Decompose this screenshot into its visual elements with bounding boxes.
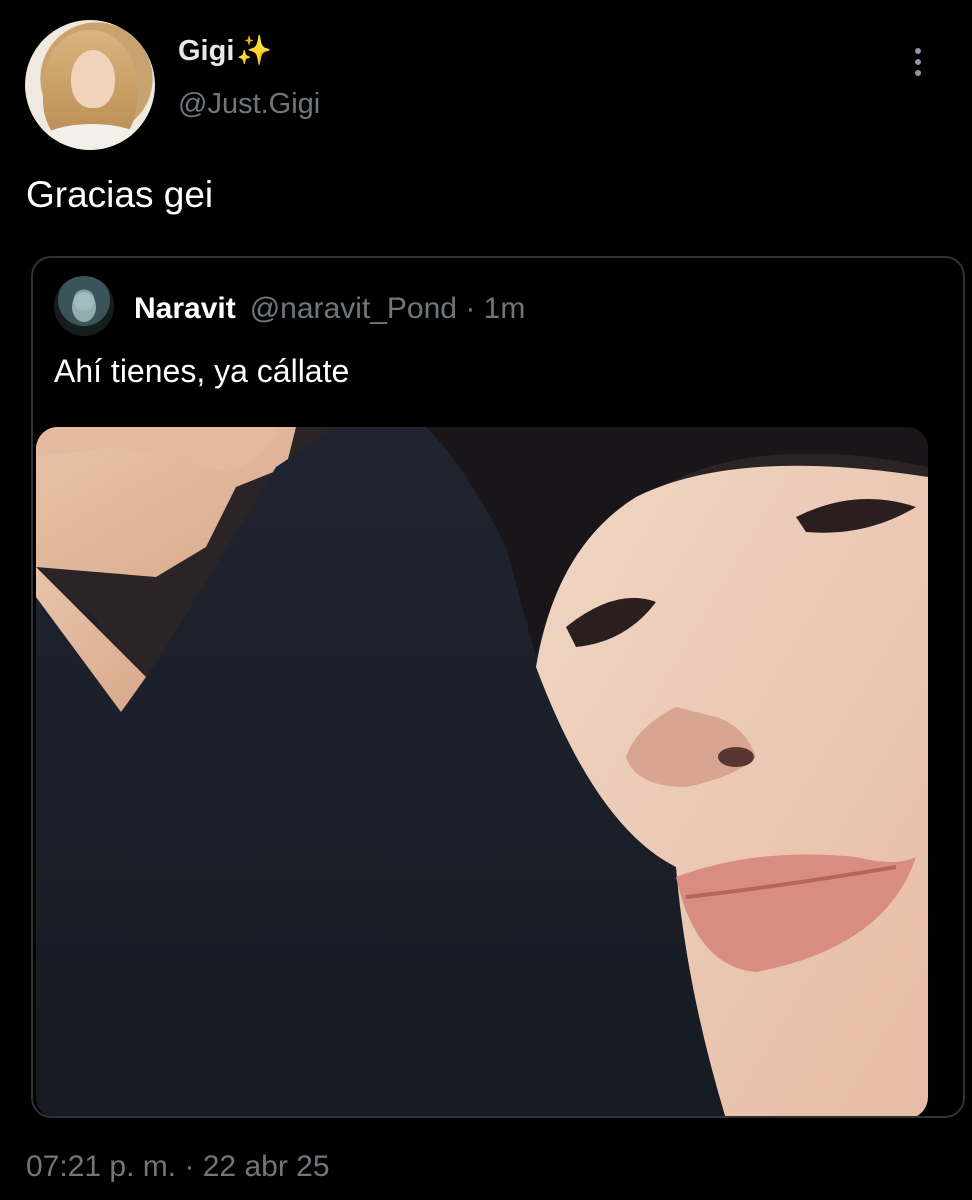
photo-illustration (36, 427, 928, 1116)
author-handle[interactable]: @Just.Gigi (178, 88, 320, 121)
more-options-icon[interactable] (900, 42, 936, 82)
quoted-author-handle[interactable]: @naravit_Pond (250, 292, 457, 325)
tweet-text: Gracias gei (26, 174, 214, 215)
more-dot (915, 59, 921, 65)
quoted-avatar-face-shape (72, 292, 96, 322)
header-separator: · (465, 292, 476, 325)
quoted-author-name[interactable]: Naravit (134, 292, 236, 325)
right-person-nostril (718, 747, 754, 767)
avatar-face-shape (71, 50, 115, 108)
author-name-text: Gigi (178, 35, 235, 67)
quoted-tweet-time[interactable]: 1m (484, 292, 526, 325)
tweet-timestamp[interactable]: 07:21 p. m. · 22 abr 25 (26, 1150, 330, 1184)
author-avatar[interactable] (25, 20, 155, 150)
quoted-author-avatar[interactable] (54, 276, 114, 336)
quoted-tweet-card[interactable]: Naravit @naravit_Pond · 1m Ahí tienes, ya… (31, 256, 965, 1118)
more-dot (915, 70, 921, 76)
quoted-tweet-text: Ahí tienes, ya cállate (54, 353, 350, 389)
author-display-name[interactable]: Gigi✨ (178, 34, 273, 68)
more-dot (915, 48, 921, 54)
sparkle-emoji: ✨ (236, 35, 273, 67)
quoted-tweet-header: Naravit @naravit_Pond · 1m (134, 292, 525, 326)
quoted-tweet-photo[interactable] (36, 427, 928, 1116)
